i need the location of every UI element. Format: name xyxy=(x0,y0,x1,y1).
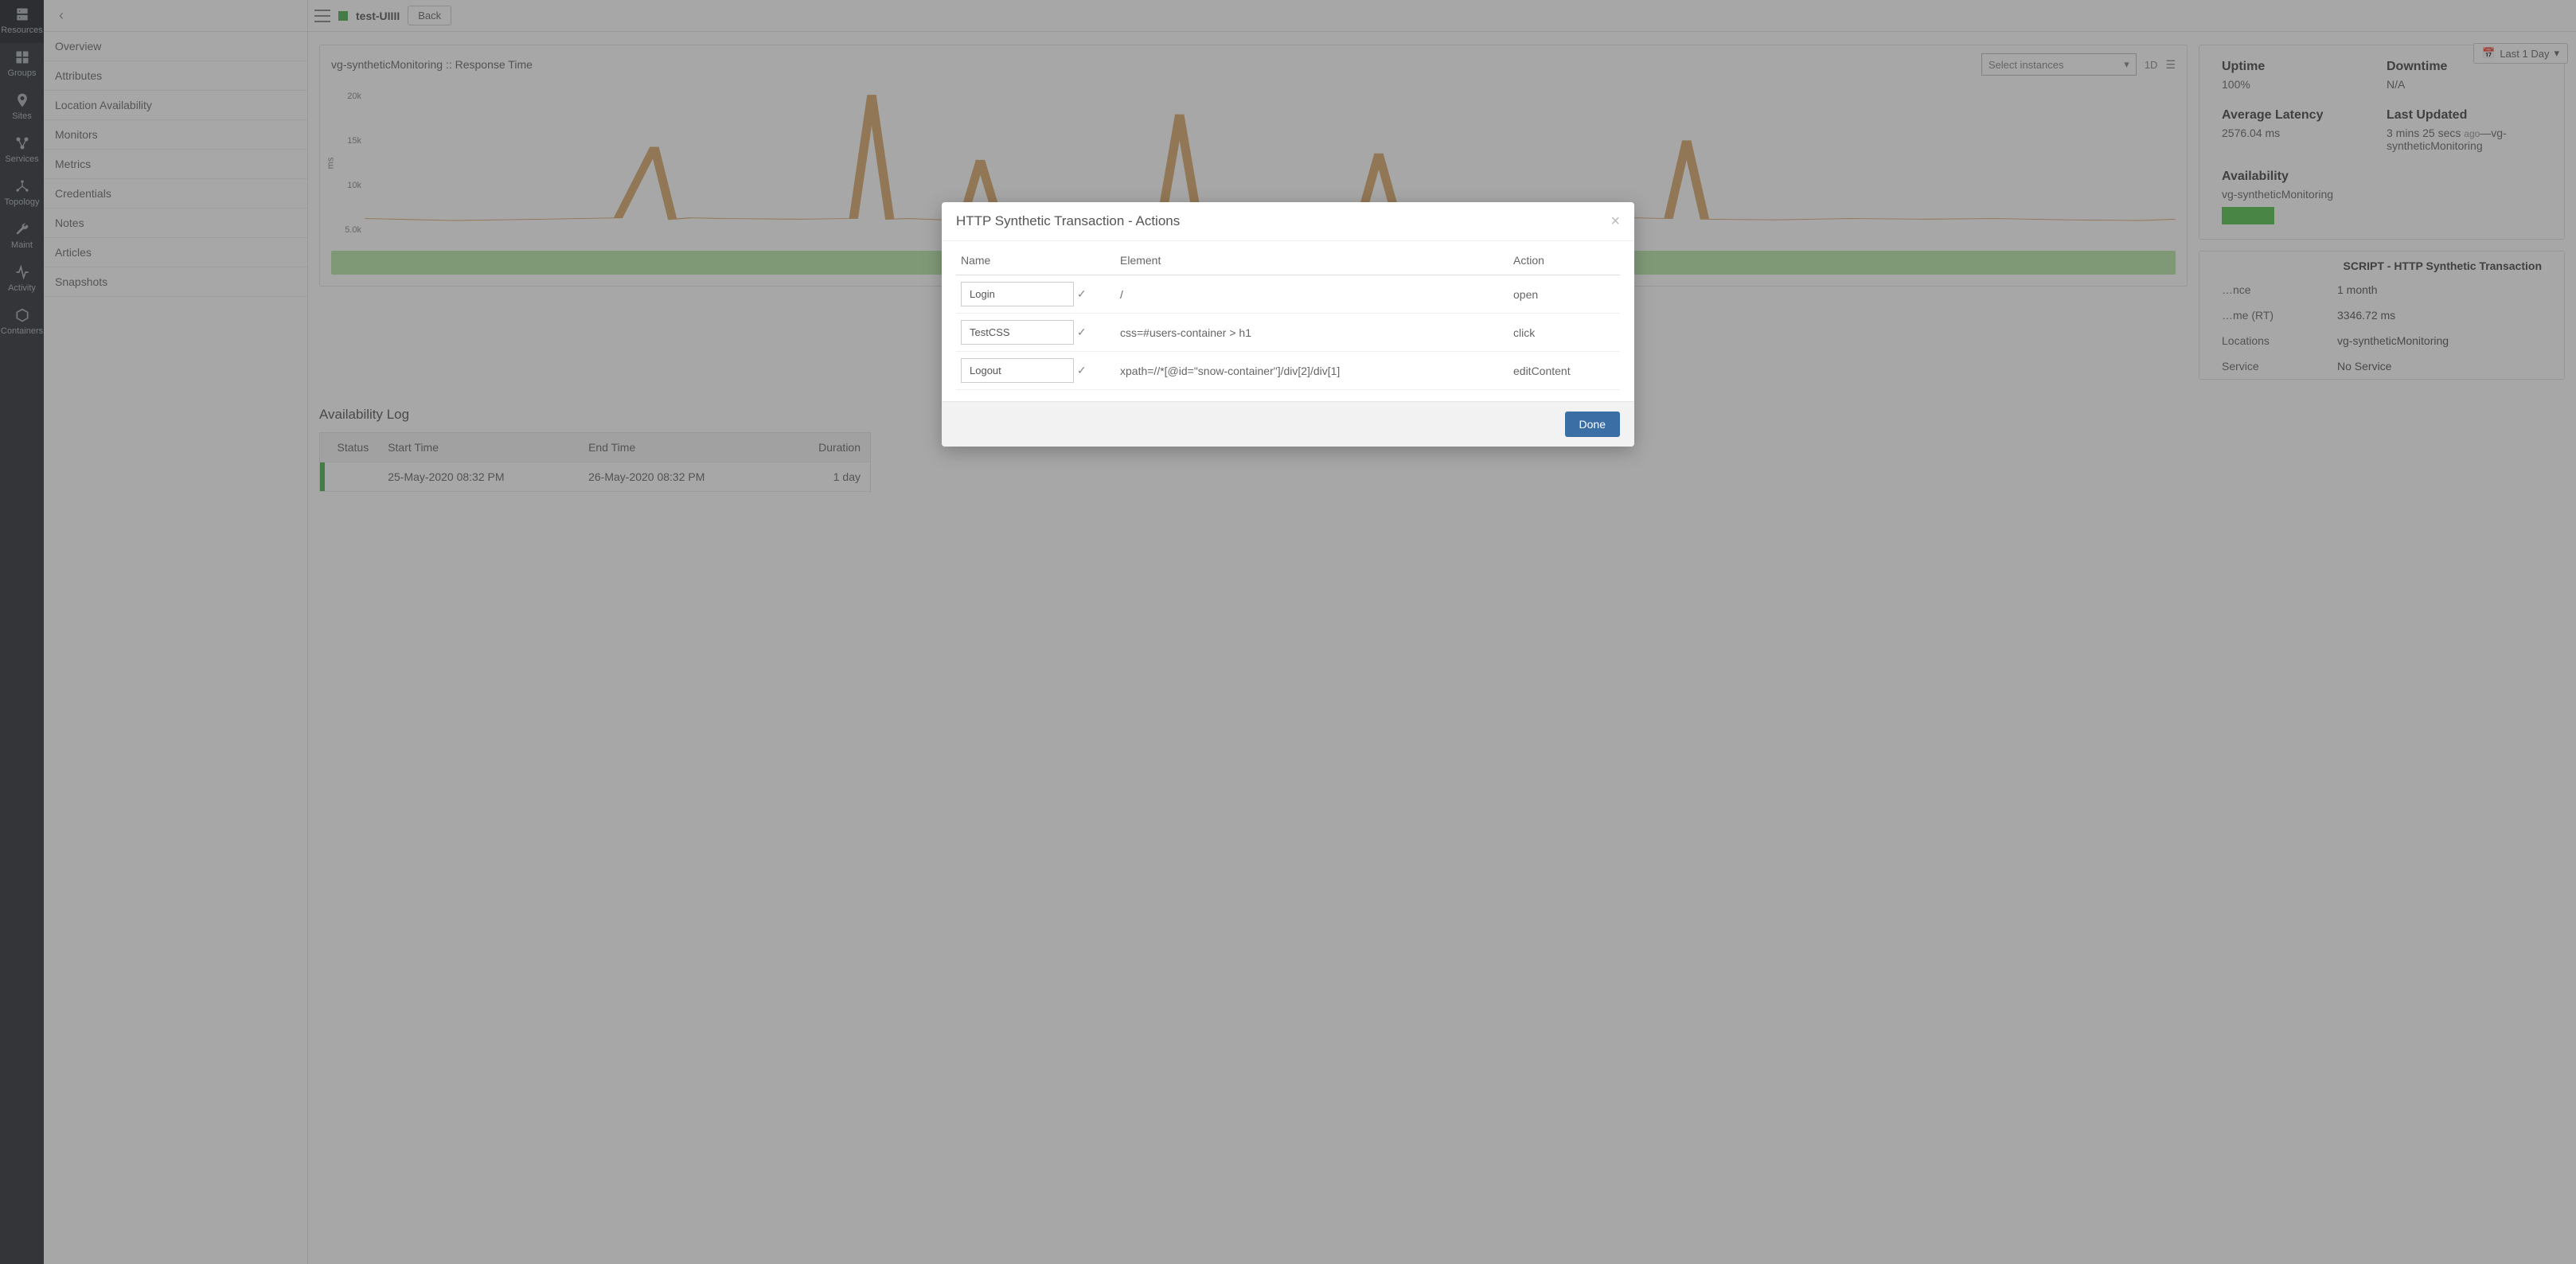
actions-modal: HTTP Synthetic Transaction - Actions × N… xyxy=(942,202,1634,447)
modal-body: Name Element Action ✓ / open ✓ css=#user… xyxy=(942,241,1634,401)
action-type: click xyxy=(1509,314,1620,352)
action-name-input[interactable] xyxy=(961,282,1074,306)
modal-footer: Done xyxy=(942,401,1634,447)
action-element: xpath=//*[@id="snow-container"]/div[2]/d… xyxy=(1115,352,1509,390)
modal-title: HTTP Synthetic Transaction - Actions xyxy=(956,213,1610,229)
check-icon[interactable]: ✓ xyxy=(1077,287,1087,300)
action-type: editContent xyxy=(1509,352,1620,390)
modal-overlay[interactable]: HTTP Synthetic Transaction - Actions × N… xyxy=(0,0,2576,1264)
col-action: Action xyxy=(1509,246,1620,275)
actions-table: Name Element Action ✓ / open ✓ css=#user… xyxy=(956,246,1620,390)
check-icon[interactable]: ✓ xyxy=(1077,326,1087,338)
action-row: ✓ css=#users-container > h1 click xyxy=(956,314,1620,352)
action-type: open xyxy=(1509,275,1620,314)
action-name-input[interactable] xyxy=(961,320,1074,345)
done-button[interactable]: Done xyxy=(1565,412,1620,437)
action-row: ✓ xpath=//*[@id="snow-container"]/div[2]… xyxy=(956,352,1620,390)
close-icon[interactable]: × xyxy=(1610,213,1620,229)
action-row: ✓ / open xyxy=(956,275,1620,314)
check-icon[interactable]: ✓ xyxy=(1077,364,1087,376)
action-element: / xyxy=(1115,275,1509,314)
action-element: css=#users-container > h1 xyxy=(1115,314,1509,352)
modal-header: HTTP Synthetic Transaction - Actions × xyxy=(942,202,1634,241)
action-name-input[interactable] xyxy=(961,358,1074,383)
col-element: Element xyxy=(1115,246,1509,275)
col-name: Name xyxy=(956,246,1115,275)
